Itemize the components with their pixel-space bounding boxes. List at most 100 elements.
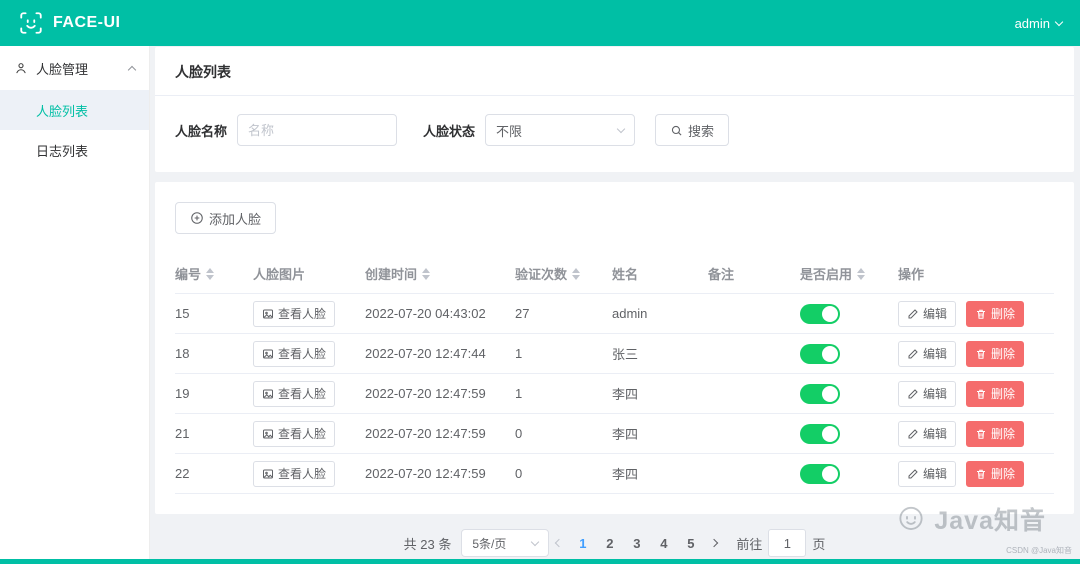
edit-button[interactable]: 编辑 [898, 380, 957, 407]
delete-button[interactable]: 删除 [966, 420, 1025, 447]
add-face-button[interactable]: 添加人脸 [175, 202, 277, 234]
verify-count: 1 [515, 386, 523, 401]
face-status-value: 不限 [496, 123, 523, 139]
page-button-5[interactable]: 5 [677, 529, 704, 557]
row-id: 18 [175, 346, 190, 361]
enable-toggle[interactable] [800, 343, 840, 364]
sort-carets-icon[interactable] [857, 267, 866, 280]
user-name: admin [1014, 15, 1050, 31]
column-header-0[interactable]: 编号 [175, 264, 253, 283]
user-menu[interactable]: admin [1014, 15, 1064, 31]
view-face-button[interactable]: 查看人脸 [253, 420, 336, 447]
verify-count: 27 [515, 306, 530, 321]
page-button-4[interactable]: 4 [650, 529, 677, 557]
search-button[interactable]: 搜索 [655, 114, 730, 146]
sort-carets-icon[interactable] [572, 267, 581, 280]
view-face-button[interactable]: 查看人脸 [253, 380, 336, 407]
enable-toggle[interactable] [800, 303, 840, 324]
column-label: 编号 [175, 267, 202, 282]
prev-page-button[interactable] [549, 529, 569, 557]
sort-carets-icon[interactable] [422, 267, 431, 280]
view-face-button[interactable]: 查看人脸 [253, 300, 336, 327]
sidebar-item-log-list[interactable]: 日志列表 [0, 130, 149, 170]
chevron-down-icon [1054, 17, 1064, 26]
edit-icon [907, 388, 919, 400]
table-row: 22 查看人脸 2022-07-20 12:47:59 0 李四 编辑 删除 [175, 454, 1054, 494]
edit-icon [907, 428, 919, 440]
column-header-4: 姓名 [612, 264, 708, 283]
edit-button[interactable]: 编辑 [898, 460, 957, 487]
edit-icon [907, 308, 919, 320]
table-row: 19 查看人脸 2022-07-20 12:47:59 1 李四 编辑 删除 [175, 374, 1054, 414]
table-row: 18 查看人脸 2022-07-20 12:47:44 1 张三 编辑 删除 [175, 334, 1054, 374]
next-page-button[interactable] [704, 529, 724, 557]
delete-button[interactable]: 删除 [966, 380, 1025, 407]
face-name-input[interactable] [237, 114, 398, 146]
column-header-6[interactable]: 是否启用 [800, 264, 898, 283]
sidebar-group-label: 人脸管理 [36, 61, 89, 77]
chevron-down-icon [531, 537, 540, 546]
delete-button[interactable]: 删除 [966, 460, 1025, 487]
plus-circle-icon [190, 211, 204, 225]
chevron-up-icon [127, 65, 137, 74]
trash-icon [975, 428, 987, 440]
created-time: 2022-07-20 12:47:44 [365, 346, 486, 361]
column-header-2[interactable]: 创建时间 [365, 264, 515, 283]
delete-button[interactable]: 删除 [966, 340, 1025, 367]
column-label: 验证次数 [515, 267, 568, 282]
face-name: 张三 [612, 347, 639, 362]
face-name: 李四 [612, 427, 639, 442]
enable-toggle[interactable] [800, 383, 840, 404]
column-label: 人脸图片 [253, 267, 306, 282]
picture-icon [262, 308, 274, 320]
face-scan-logo-icon [18, 10, 44, 36]
edit-button[interactable]: 编辑 [898, 300, 957, 327]
sort-carets-icon[interactable] [206, 267, 215, 280]
sidebar-item-face-list[interactable]: 人脸列表 [0, 90, 149, 130]
filter-card: 人脸列表 人脸名称 人脸状态 不限 搜索 [155, 47, 1074, 172]
edit-button[interactable]: 编辑 [898, 340, 957, 367]
app-title: FACE-UI [53, 14, 121, 31]
face-status-label: 人脸状态 [423, 123, 476, 139]
page-button-3[interactable]: 3 [623, 529, 650, 557]
view-face-button[interactable]: 查看人脸 [253, 340, 336, 367]
verify-count: 0 [515, 466, 523, 481]
edit-button[interactable]: 编辑 [898, 420, 957, 447]
page-size-select[interactable]: 5条/页 [461, 529, 550, 557]
sidebar-item-label: 人脸列表 [36, 103, 89, 119]
page-title: 人脸列表 [155, 47, 1074, 96]
column-label: 是否启用 [800, 267, 853, 282]
picture-icon [262, 388, 274, 400]
row-id: 19 [175, 386, 190, 401]
enable-toggle[interactable] [800, 423, 840, 444]
sidebar-item-label: 日志列表 [36, 143, 89, 159]
page-button-2[interactable]: 2 [596, 529, 623, 557]
picture-icon [262, 348, 274, 360]
column-label: 操作 [898, 267, 925, 282]
face-status-select[interactable]: 不限 [485, 114, 636, 146]
goto-label: 前往 [736, 536, 763, 552]
delete-button[interactable]: 删除 [966, 300, 1025, 327]
column-label: 创建时间 [365, 267, 418, 282]
face-table: 编号 人脸图片 创建时间 验证次数 姓名 备注 是否启用 操作 15 查看人脸 2022-07-2… [175, 254, 1054, 494]
page-numbers: 12345 [569, 529, 704, 557]
sidebar: 人脸管理 人脸列表 日志列表 [0, 46, 150, 559]
face-name-label: 人脸名称 [175, 123, 228, 139]
page-unit-label: 页 [812, 536, 826, 552]
goto-page-input[interactable] [768, 529, 807, 557]
view-face-button[interactable]: 查看人脸 [253, 460, 336, 487]
pagination: 共 23 条 5条/页 12345 前往 页 [155, 529, 1074, 557]
bottom-accent-bar [0, 559, 1080, 564]
column-header-5: 备注 [708, 264, 800, 283]
edit-icon [907, 348, 919, 360]
table-row: 15 查看人脸 2022-07-20 04:43:02 27 admin 编辑 删除 [175, 294, 1054, 334]
chevron-down-icon [616, 124, 626, 133]
column-header-3[interactable]: 验证次数 [515, 264, 612, 283]
row-id: 15 [175, 306, 190, 321]
enable-toggle[interactable] [800, 463, 840, 484]
column-label: 姓名 [612, 267, 639, 282]
sidebar-group-face-management[interactable]: 人脸管理 [0, 46, 149, 90]
main-content: 人脸列表 人脸名称 人脸状态 不限 搜索 [150, 46, 1080, 559]
page-button-1[interactable]: 1 [569, 529, 596, 557]
created-time: 2022-07-20 12:47:59 [365, 466, 486, 481]
